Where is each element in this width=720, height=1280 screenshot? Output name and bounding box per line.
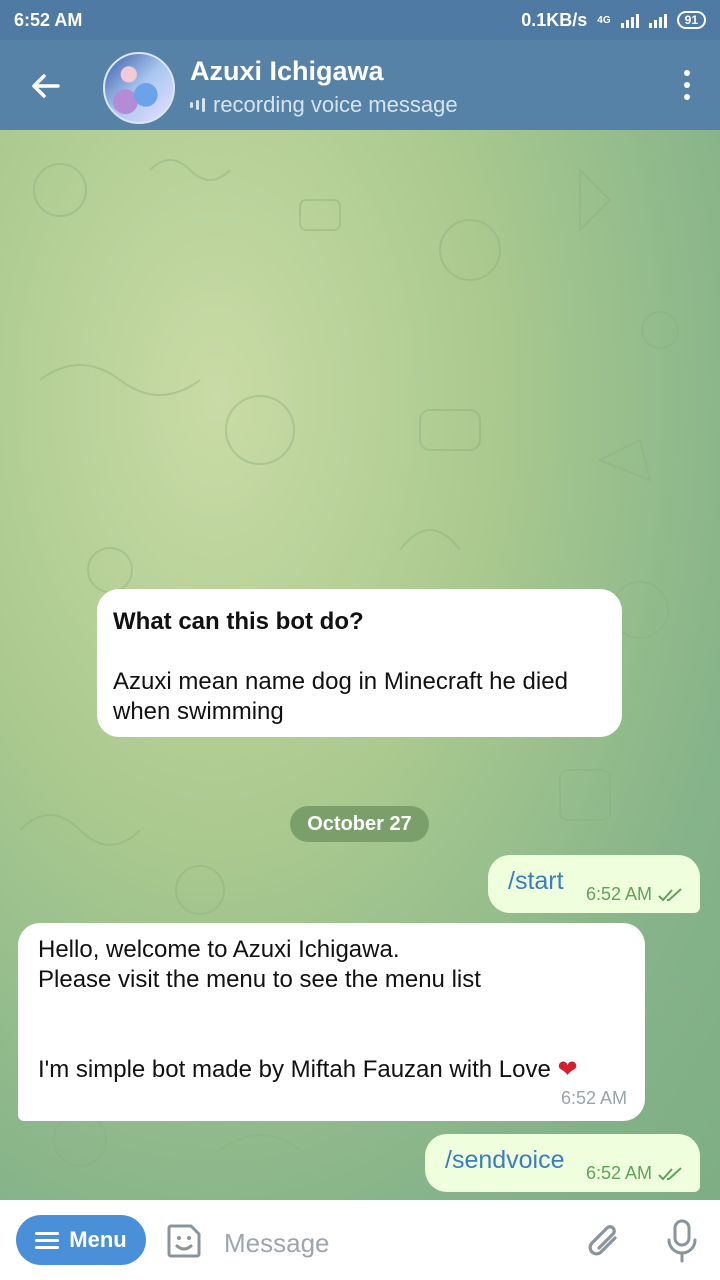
outgoing-message[interactable]: /sendvoice 6:52 AM [425, 1134, 700, 1192]
message-input-bar: Menu [0, 1200, 720, 1280]
chat-area[interactable]: What can this bot do? Azuxi mean name do… [0, 130, 720, 1200]
message-spacer [38, 995, 625, 1055]
bot-info-card: What can this bot do? Azuxi mean name do… [97, 589, 622, 737]
message-meta: 6:52 AM [586, 1163, 684, 1184]
network-type: 4G [597, 14, 611, 26]
message-input[interactable] [222, 1220, 566, 1266]
double-check-icon [658, 1166, 682, 1180]
message-text[interactable]: /sendvoice [445, 1146, 565, 1175]
chat-status: recording voice message [190, 92, 458, 118]
sticker-icon[interactable] [165, 1222, 203, 1260]
chat-header: Azuxi Ichigawa recording voice message [0, 40, 720, 130]
microphone-icon[interactable] [664, 1218, 700, 1264]
net-speed: 0.1KB/s [521, 9, 588, 30]
message-time: 6:52 AM [585, 884, 652, 904]
back-arrow-icon[interactable] [26, 66, 66, 106]
battery-icon: 91 [676, 11, 706, 29]
double-check-icon [658, 887, 682, 901]
bot-info-description: Azuxi mean name dog in Minecraft he died… [113, 668, 568, 725]
menu-button[interactable]: Menu [16, 1215, 146, 1265]
date-separator: October 27 [290, 806, 429, 842]
message-line-with-emoji: I'm simple bot made by Miftah Fauzan wit… [38, 1055, 625, 1085]
message-text[interactable]: /start [508, 867, 564, 896]
avatar[interactable] [103, 52, 175, 124]
signal-icon-2 [648, 12, 667, 28]
incoming-message[interactable]: Hello, welcome to Azuxi Ichigawa. Please… [18, 923, 645, 1121]
recording-icon [190, 98, 205, 112]
message-line: Please visit the menu to see the menu li… [38, 966, 481, 993]
heart-emoji: ❤ [557, 1056, 578, 1083]
status-time: 6:52 AM [14, 9, 83, 30]
bot-info-title: What can this bot do? [113, 608, 364, 635]
chat-status-text: recording voice message [213, 92, 458, 117]
status-bar: 6:52 AM 0.1KB/s 4G 91 [0, 0, 720, 40]
chat-title[interactable]: Azuxi Ichigawa [190, 56, 384, 87]
status-indicators: 0.1KB/s 4G 91 [521, 10, 706, 31]
message-time: 6:52 AM [585, 1163, 652, 1183]
outgoing-message[interactable]: /start 6:52 AM [488, 855, 700, 913]
message-meta: 6:52 AM [586, 884, 684, 905]
message-line: I'm simple bot made by Miftah Fauzan wit… [38, 1056, 551, 1083]
paperclip-icon[interactable] [585, 1220, 625, 1264]
message-time: 6:52 AM [560, 1088, 627, 1108]
message-line: Hello, welcome to Azuxi Ichigawa. [38, 936, 400, 963]
more-vert-icon[interactable] [682, 70, 692, 100]
signal-icon [620, 12, 639, 28]
hamburger-icon [35, 1231, 60, 1249]
menu-button-label: Menu [69, 1227, 127, 1252]
